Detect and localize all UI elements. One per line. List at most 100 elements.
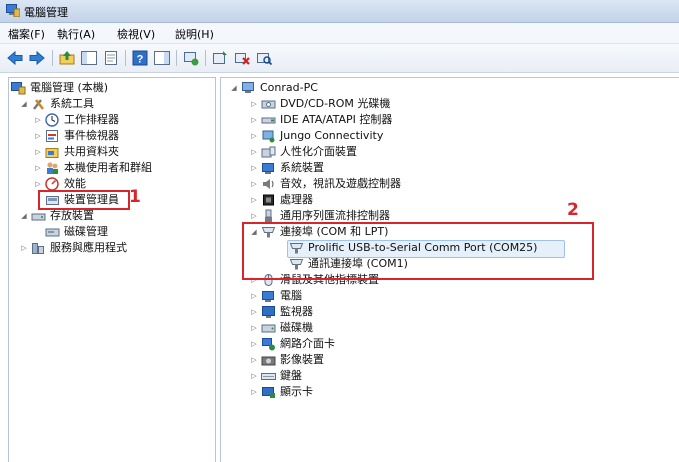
expand-arrow-icon[interactable]: ▷ xyxy=(249,336,259,352)
expand-arrow-icon[interactable]: ▷ xyxy=(249,192,259,208)
expand-arrow-icon[interactable]: ▷ xyxy=(249,128,259,144)
menu-help[interactable]: 說明(H) xyxy=(175,26,214,42)
back-icon[interactable] xyxy=(6,49,24,67)
expand-arrow-icon[interactable]: ▷ xyxy=(19,240,29,256)
tree-label: 工作排程器 xyxy=(64,113,119,126)
toolbar-separator xyxy=(52,50,53,66)
processor-icon xyxy=(263,194,274,206)
expand-arrow-icon[interactable]: ▷ xyxy=(33,112,43,128)
usb-icon xyxy=(265,209,272,222)
performance-icon xyxy=(45,177,59,191)
tree-label: 磁碟機 xyxy=(280,321,313,334)
expand-arrow-icon[interactable]: ▷ xyxy=(249,288,259,304)
computer-icon xyxy=(242,82,254,93)
menu-action[interactable]: 執行(A) xyxy=(57,26,95,42)
expand-arrow-icon[interactable]: ▷ xyxy=(249,384,259,400)
monitor-icon xyxy=(262,306,275,318)
expand-arrow-icon[interactable]: ▷ xyxy=(249,176,259,192)
collapse-arrow-icon[interactable]: ◢ xyxy=(229,80,239,96)
callout-box-2 xyxy=(242,222,594,280)
tree-label: 系統裝置 xyxy=(280,161,324,174)
tree-label: 音效，視訊及遊戲控制器 xyxy=(280,177,401,190)
tree-label: 存放裝置 xyxy=(50,209,94,222)
tree-label: 服務與應用程式 xyxy=(50,241,127,254)
expand-arrow-icon[interactable]: ▷ xyxy=(249,304,259,320)
properties-icon[interactable] xyxy=(102,49,120,67)
storage-icon xyxy=(31,213,46,221)
tree-label: 磁碟管理 xyxy=(64,225,108,238)
collapse-arrow-icon[interactable]: ◢ xyxy=(19,96,29,112)
refresh-icon[interactable] xyxy=(182,49,200,67)
tree-label: 本機使用者和群組 xyxy=(64,161,152,174)
expand-arrow-icon[interactable]: ▷ xyxy=(249,320,259,336)
expand-arrow-icon[interactable]: ▷ xyxy=(249,112,259,128)
tree-label: 處理器 xyxy=(280,193,313,206)
title-bar: 電腦管理 xyxy=(0,0,679,23)
keyboard-icon xyxy=(261,373,276,380)
expand-arrow-icon[interactable]: ▷ xyxy=(33,128,43,144)
hid-icon xyxy=(261,146,276,158)
collapse-arrow-icon[interactable]: ◢ xyxy=(19,208,29,224)
menu-file[interactable]: 檔案(F) xyxy=(8,26,45,42)
tree-label: Conrad-PC xyxy=(260,81,318,94)
device-icon xyxy=(262,130,275,143)
tree-label: 電腦管理 (本機) xyxy=(30,81,109,94)
console-tree-pane: 電腦管理 (本機) ◢ 系統工具 ▷ 工作排程器 ▷ 事件檢視器 ▷ 共用資料夾… xyxy=(8,77,216,462)
computer-management-icon xyxy=(11,82,26,95)
menu-bar: 檔案(F) 執行(A) 檢視(V) 說明(H) xyxy=(0,23,679,44)
toolbar-separator xyxy=(125,50,126,66)
clock-icon xyxy=(45,113,59,127)
computer-icon xyxy=(262,291,274,302)
toolbar-separator xyxy=(176,50,177,66)
expand-arrow-icon[interactable]: ▷ xyxy=(249,368,259,384)
users-icon xyxy=(47,162,58,174)
tree-label: 監視器 xyxy=(280,305,313,318)
expand-arrow-icon[interactable]: ▷ xyxy=(33,160,43,176)
expand-arrow-icon[interactable]: ▷ xyxy=(33,144,43,160)
tree-label: 事件檢視器 xyxy=(64,129,119,142)
callout-number-1: 1 xyxy=(129,187,141,207)
uninstall-icon[interactable] xyxy=(233,49,251,67)
imaging-device-icon xyxy=(261,356,276,366)
scan-hardware-icon[interactable] xyxy=(255,49,273,67)
tree-label: 電腦 xyxy=(280,289,302,302)
tree-label: IDE ATA/ATAPI 控制器 xyxy=(280,113,393,126)
forward-icon[interactable] xyxy=(28,49,46,67)
disk-icon xyxy=(45,228,60,237)
services-icon xyxy=(32,243,44,254)
display-adapter-icon xyxy=(262,387,275,398)
network-adapter-icon xyxy=(262,338,275,351)
device-tree-pane: ◢ Conrad-PC ▷ DVD/CD-ROM 光碟機 ▷ IDE ATA/A… xyxy=(220,77,679,462)
action-pane-icon[interactable] xyxy=(153,49,171,67)
help-icon[interactable]: ? xyxy=(131,49,149,67)
menu-view[interactable]: 檢視(V) xyxy=(117,26,155,42)
expand-arrow-icon[interactable]: ▷ xyxy=(249,144,259,160)
computer-management-icon xyxy=(6,4,20,17)
update-driver-icon[interactable] xyxy=(211,49,229,67)
tree-label: 顯示卡 xyxy=(280,385,313,398)
expand-arrow-icon[interactable]: ▷ xyxy=(249,96,259,112)
tree-label: 影像裝置 xyxy=(280,353,324,366)
tree-label: DVD/CD-ROM 光碟機 xyxy=(280,97,391,110)
ide-controller-icon xyxy=(261,117,276,124)
toolbar: ? xyxy=(0,44,679,73)
callout-number-2: 2 xyxy=(567,200,579,220)
up-folder-icon[interactable] xyxy=(58,49,76,67)
svg-text:?: ? xyxy=(137,54,144,66)
expand-arrow-icon[interactable]: ▷ xyxy=(249,160,259,176)
tree-label: 系統工具 xyxy=(50,97,94,110)
speaker-icon xyxy=(263,179,274,189)
dvd-drive-icon xyxy=(261,100,276,109)
tree-label: 共用資料夾 xyxy=(64,145,119,158)
tree-label: 人性化介面裝置 xyxy=(280,145,357,158)
tree-label: 鍵盤 xyxy=(280,369,302,382)
event-viewer-icon xyxy=(46,130,58,142)
toolbar-separator xyxy=(205,50,206,66)
tree-label: Jungo Connectivity xyxy=(280,129,384,142)
window-title: 電腦管理 xyxy=(24,6,68,19)
tree-label: 網路介面卡 xyxy=(280,337,335,350)
console-tree-icon[interactable] xyxy=(80,49,98,67)
disk-drive-icon xyxy=(261,324,276,333)
expand-arrow-icon[interactable]: ▷ xyxy=(249,352,259,368)
shared-folder-icon xyxy=(45,148,59,158)
